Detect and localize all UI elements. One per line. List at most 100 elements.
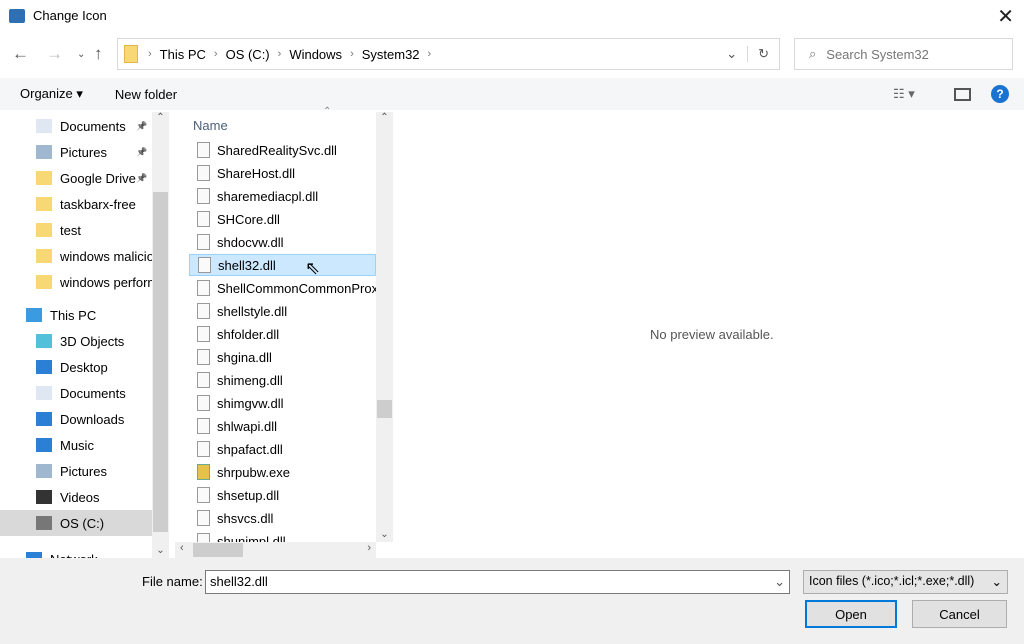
forward-button[interactable]: →	[46, 44, 63, 64]
recent-dropdown[interactable]: ⌄	[77, 49, 85, 60]
exe-file-icon	[197, 464, 210, 480]
dll-file-icon	[197, 349, 210, 365]
organize-button[interactable]: Organize ▾	[20, 86, 83, 102]
new-folder-button[interactable]: New folder	[115, 87, 177, 102]
nav-item-label: Documents	[60, 385, 126, 401]
refresh-button[interactable]: ↻	[748, 46, 779, 62]
file-row[interactable]: shdocvw.dll	[189, 231, 376, 253]
nav-item-label: windows malicious	[60, 248, 152, 264]
file-row[interactable]: shell32.dll	[189, 254, 376, 276]
nav-item[interactable]: taskbarx-free	[0, 191, 152, 217]
mouse-cursor: ⇖	[305, 258, 321, 278]
nav-item[interactable]: Documents	[0, 380, 152, 406]
nav-item-label: Desktop	[60, 359, 108, 375]
file-name: shsetup.dll	[217, 487, 280, 503]
dll-file-icon	[197, 487, 210, 503]
file-name: shlwapi.dll	[217, 418, 277, 434]
file-name: ShellCommonCommonProxy	[217, 280, 376, 296]
nav-item[interactable]: OS (C:)	[0, 510, 152, 536]
nav-item-label: Pictures	[60, 144, 107, 160]
file-row[interactable]: ShellCommonCommonProxy	[189, 277, 376, 299]
nav-item[interactable]: Videos	[0, 484, 152, 510]
location-icon	[36, 516, 52, 530]
view-options-icon[interactable]: ☷ ▾	[893, 86, 915, 102]
file-row[interactable]: ShareHost.dll	[189, 162, 376, 184]
file-row[interactable]: shellstyle.dll	[189, 300, 376, 322]
nav-item-label: This PC	[50, 307, 97, 323]
nav-item[interactable]: test	[0, 217, 152, 243]
nav-item[interactable]: windows malicious	[0, 243, 152, 269]
crumb-system32[interactable]: System32	[362, 47, 420, 62]
file-row[interactable]: SHCore.dll	[189, 208, 376, 230]
address-bar[interactable]: › This PC › OS (C:) › Windows › System32 › ⌄…	[117, 38, 780, 70]
file-type-select[interactable]: Icon files (*.ico;*.icl;*.exe;*.dll) ⌄	[803, 570, 1008, 594]
close-button[interactable]: ✕	[997, 4, 1014, 29]
crumb-windows[interactable]: Windows	[289, 47, 342, 62]
nav-scrollbar[interactable]: ⌃ ⌄	[152, 112, 169, 558]
dll-file-icon	[197, 441, 210, 457]
up-button[interactable]: ↑	[94, 44, 103, 64]
search-placeholder: Search System32	[826, 46, 929, 62]
nav-item[interactable]: Pictures	[0, 458, 152, 484]
folder-icon	[36, 223, 52, 237]
file-row[interactable]: shfolder.dll	[189, 323, 376, 345]
file-row[interactable]: shrpubw.exe	[189, 461, 376, 483]
file-name: SHCore.dll	[217, 211, 280, 227]
nav-item-label: OS (C:)	[60, 515, 105, 531]
address-dropdown[interactable]: ⌄	[716, 46, 749, 62]
preview-message: No preview available.	[650, 327, 774, 342]
nav-item[interactable]: Desktop	[0, 354, 152, 380]
file-row[interactable]: shpafact.dll	[189, 438, 376, 460]
file-row[interactable]: SharedRealitySvc.dll	[189, 139, 376, 161]
location-icon	[36, 490, 52, 504]
folder-icon	[36, 171, 52, 185]
nav-item[interactable]: Google Drive 📌	[0, 165, 152, 191]
cancel-button[interactable]: Cancel	[912, 600, 1007, 628]
file-name: shimeng.dll	[217, 372, 283, 388]
crumb-this-pc[interactable]: This PC	[160, 47, 206, 62]
location-icon	[36, 334, 52, 348]
nav-item[interactable]: Downloads	[0, 406, 152, 432]
nav-item[interactable]: 3D Objects	[0, 328, 152, 354]
file-name: shimgvw.dll	[217, 395, 284, 411]
nav-item[interactable]: Documents 📌	[0, 113, 152, 139]
folder-icon	[36, 197, 52, 211]
file-row[interactable]: shsetup.dll	[189, 484, 376, 506]
nav-item[interactable]: windows performance	[0, 269, 152, 295]
file-name-dropdown[interactable]: ⌄	[774, 574, 785, 590]
dll-file-icon	[197, 395, 210, 411]
preview-pane-icon[interactable]	[954, 87, 971, 101]
nav-item-label: taskbarx-free	[60, 196, 136, 212]
file-row[interactable]: sharemediacpl.dll	[189, 185, 376, 207]
crumb-os-c[interactable]: OS (C:)	[226, 47, 270, 62]
file-row[interactable]: shgina.dll	[189, 346, 376, 368]
dll-file-icon	[197, 326, 210, 342]
open-button[interactable]: Open	[805, 600, 897, 628]
nav-item[interactable]: This PC	[0, 302, 152, 328]
back-button[interactable]: ←	[12, 44, 29, 64]
nav-item[interactable]: Pictures 📌	[0, 139, 152, 165]
file-name: shsvcs.dll	[217, 510, 274, 526]
file-name-input[interactable]: shell32.dll ⌄	[205, 570, 790, 594]
nav-item[interactable]: Network	[0, 546, 152, 558]
file-row[interactable]: shimeng.dll	[189, 369, 376, 391]
footer-panel: File name: shell32.dll ⌄ Icon files (*.i…	[0, 558, 1024, 644]
file-name: shfolder.dll	[217, 326, 280, 342]
location-icon	[36, 360, 52, 374]
location-icon	[36, 145, 52, 159]
file-name: ShareHost.dll	[217, 165, 296, 181]
nav-item[interactable]: Music	[0, 432, 152, 458]
file-name: sharemediacpl.dll	[217, 188, 319, 204]
file-name: shell32.dll	[218, 257, 276, 273]
nav-item-label: Music	[60, 437, 94, 453]
file-vscrollbar[interactable]: ⌃ ⌄	[376, 112, 393, 542]
file-row[interactable]: shsvcs.dll	[189, 507, 376, 529]
file-row[interactable]: shlwapi.dll	[189, 415, 376, 437]
help-icon[interactable]: ?	[991, 85, 1009, 103]
dll-file-icon	[197, 142, 210, 158]
file-hscrollbar[interactable]: ‹ ›	[175, 542, 376, 558]
file-row[interactable]: shimgvw.dll	[189, 392, 376, 414]
file-name: shellstyle.dll	[217, 303, 288, 319]
dll-file-icon	[197, 280, 210, 296]
search-input[interactable]: ⌕ Search System32	[794, 38, 1013, 70]
